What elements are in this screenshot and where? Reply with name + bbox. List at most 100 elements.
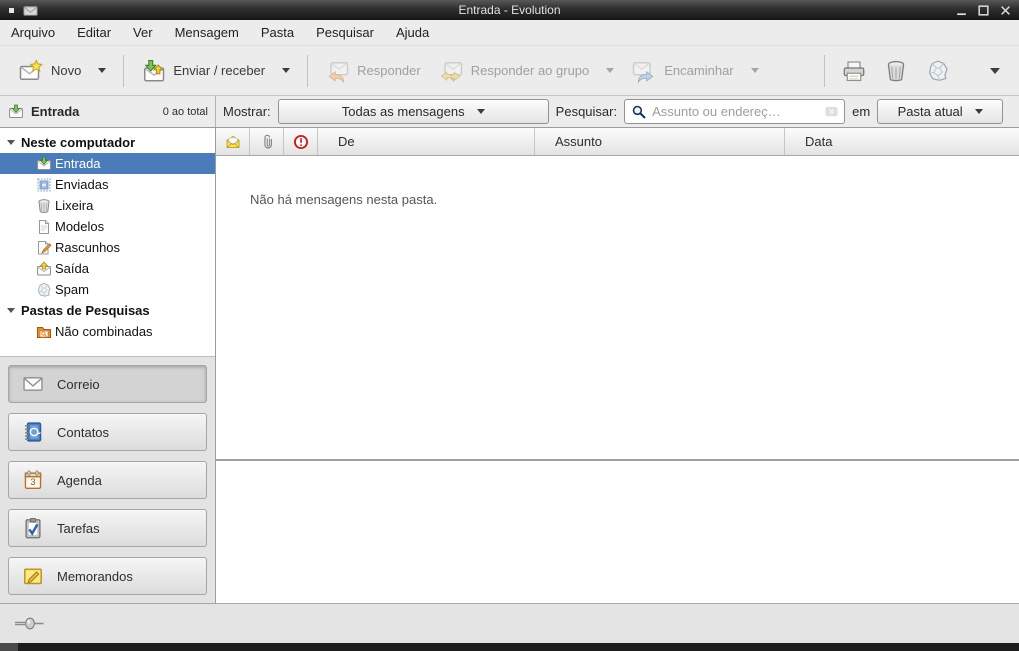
titlebar: Entrada - Evolution xyxy=(0,0,1019,20)
preview-pane xyxy=(216,461,1019,603)
folder-item-nao-combinadas[interactable]: Não combinadas xyxy=(0,321,215,342)
toolbar: Novo Enviar / receber Responder Responder a… xyxy=(0,46,1019,96)
toolbar-separator xyxy=(307,55,308,87)
folder-item-saida[interactable]: Saída xyxy=(0,258,215,279)
draft-icon xyxy=(36,240,52,256)
menu-item-editar[interactable]: Editar xyxy=(66,20,122,45)
sidebar: Neste computador EntradaEnviadas Lixeira Mo… xyxy=(0,128,216,603)
calendar-view-button[interactable]: 3Agenda xyxy=(8,461,207,499)
menu-item-ajuda[interactable]: Ajuda xyxy=(385,20,440,45)
date-column[interactable]: Data xyxy=(785,128,1019,155)
filter-area: Mostrar: Todas as mensagens Pesquisar: e… xyxy=(216,96,1019,127)
reply-all-icon xyxy=(439,59,463,83)
folder-label: Não combinadas xyxy=(55,324,153,339)
empty-folder-text: Não há mensagens nesta pasta. xyxy=(250,192,437,207)
folder-item-lixeira[interactable]: Lixeira xyxy=(0,195,215,216)
chevron-down-icon xyxy=(975,109,983,114)
toolbar-button-label: Novo xyxy=(51,63,81,78)
folder-item-entrada[interactable]: Entrada xyxy=(0,153,215,174)
search-icon[interactable] xyxy=(631,104,647,120)
folder-label: Modelos xyxy=(55,219,104,234)
toolbar-button-label: Encaminhar xyxy=(664,63,733,78)
forward-button[interactable]: Encaminhar xyxy=(623,52,767,90)
from-column[interactable]: De xyxy=(318,128,535,155)
toolbar-group xyxy=(833,52,1009,90)
menu-item-arquivo[interactable]: Arquivo xyxy=(0,20,66,45)
toolbar-separator xyxy=(824,55,825,87)
read-status-column[interactable] xyxy=(216,128,250,155)
show-label: Mostrar: xyxy=(223,104,271,119)
folder-label: Neste computador xyxy=(21,135,135,150)
search-input[interactable] xyxy=(652,104,819,119)
trash-icon xyxy=(36,198,52,214)
message-filter-value: Todas as mensagens xyxy=(342,104,465,119)
reply-group-button[interactable]: Responder ao grupo xyxy=(430,52,624,90)
window-controls xyxy=(955,4,1012,17)
chevron-down-icon xyxy=(751,68,759,73)
expander-icon[interactable] xyxy=(7,308,15,313)
column-label: Assunto xyxy=(555,134,602,149)
current-folder-label: Entrada xyxy=(31,104,79,119)
toolbar-button-label: Responder xyxy=(357,63,421,78)
header-row: Entrada 0 ao total Mostrar: Todas as men… xyxy=(0,96,1019,128)
toolbar-button-label: Responder ao grupo xyxy=(471,63,590,78)
toolbar-overflow-button[interactable] xyxy=(981,61,1009,81)
switcher-button-label: Agenda xyxy=(57,473,102,488)
priority-column[interactable] xyxy=(284,128,318,155)
folder-label: Lixeira xyxy=(55,198,93,213)
folder-message-count: 0 ao total xyxy=(163,106,208,118)
switcher-button-label: Tarefas xyxy=(57,521,100,536)
message-list: Não há mensagens nesta pasta. xyxy=(216,156,1019,459)
folder-item-modelos[interactable]: Modelos xyxy=(0,216,215,237)
menu-item-ver[interactable]: Ver xyxy=(122,20,164,45)
clear-search-icon[interactable] xyxy=(824,104,839,119)
toolbar-separator xyxy=(123,55,124,87)
message-list-header: De Assunto Data xyxy=(216,128,1019,156)
toolbar-group: Responder Responder ao grupo Encaminhar xyxy=(316,52,768,90)
view-switcher: Correio Contatos 3Agenda Tarefas Memorandos xyxy=(0,356,215,603)
memos-view-button[interactable]: Memorandos xyxy=(8,557,207,595)
trash-icon xyxy=(884,59,908,83)
send-receive-icon xyxy=(141,59,165,83)
menu-item-pasta[interactable]: Pasta xyxy=(250,20,305,45)
menu-item-mensagem[interactable]: Mensagem xyxy=(164,20,250,45)
reply-button[interactable]: Responder xyxy=(316,52,430,90)
attachment-column[interactable] xyxy=(250,128,284,155)
menu-item-pesquisar[interactable]: Pesquisar xyxy=(305,20,385,45)
maximize-button[interactable] xyxy=(977,4,990,17)
junk-button[interactable] xyxy=(917,52,959,90)
subject-column[interactable]: Assunto xyxy=(535,128,785,155)
tree-group-pastas-de-pesquisas[interactable]: Pastas de Pesquisas xyxy=(0,300,215,321)
send-receive-button[interactable]: Enviar / receber xyxy=(132,52,299,90)
close-button[interactable] xyxy=(999,4,1012,17)
folder-header: Entrada 0 ao total xyxy=(0,96,216,127)
contacts-view-button[interactable]: Contatos xyxy=(8,413,207,451)
tasks-view-button[interactable]: Tarefas xyxy=(8,509,207,547)
message-filter-dropdown[interactable]: Todas as mensagens xyxy=(278,99,549,124)
folder-label: Saída xyxy=(55,261,89,276)
folder-label: Rascunhos xyxy=(55,240,120,255)
tree-group-neste-computador[interactable]: Neste computador xyxy=(0,132,215,153)
mail-view-button[interactable]: Correio xyxy=(8,365,207,403)
folder-tree: Neste computador EntradaEnviadas Lixeira Mo… xyxy=(0,128,215,356)
minimize-button[interactable] xyxy=(955,4,968,17)
new-message-button[interactable]: Novo xyxy=(10,52,115,90)
expander-icon[interactable] xyxy=(7,140,15,145)
print-button[interactable] xyxy=(833,52,875,90)
chevron-down-icon xyxy=(990,68,1000,74)
folder-item-enviadas[interactable]: Enviadas xyxy=(0,174,215,195)
folder-item-spam[interactable]: Spam xyxy=(0,279,215,300)
sent-icon xyxy=(36,177,52,193)
junk-icon xyxy=(926,59,950,83)
delete-button[interactable] xyxy=(875,52,917,90)
mail-read-icon xyxy=(225,134,241,150)
contacts-icon xyxy=(22,421,44,443)
folder-item-rascunhos[interactable]: Rascunhos xyxy=(0,237,215,258)
search-scope-dropdown[interactable]: Pasta atual xyxy=(877,99,1003,124)
attachment-icon xyxy=(259,134,275,150)
search-scope-value: Pasta atual xyxy=(898,104,963,119)
in-label: em xyxy=(852,104,870,119)
online-status-icon[interactable] xyxy=(13,615,49,632)
printer-icon xyxy=(842,59,866,83)
document-icon xyxy=(36,219,52,235)
